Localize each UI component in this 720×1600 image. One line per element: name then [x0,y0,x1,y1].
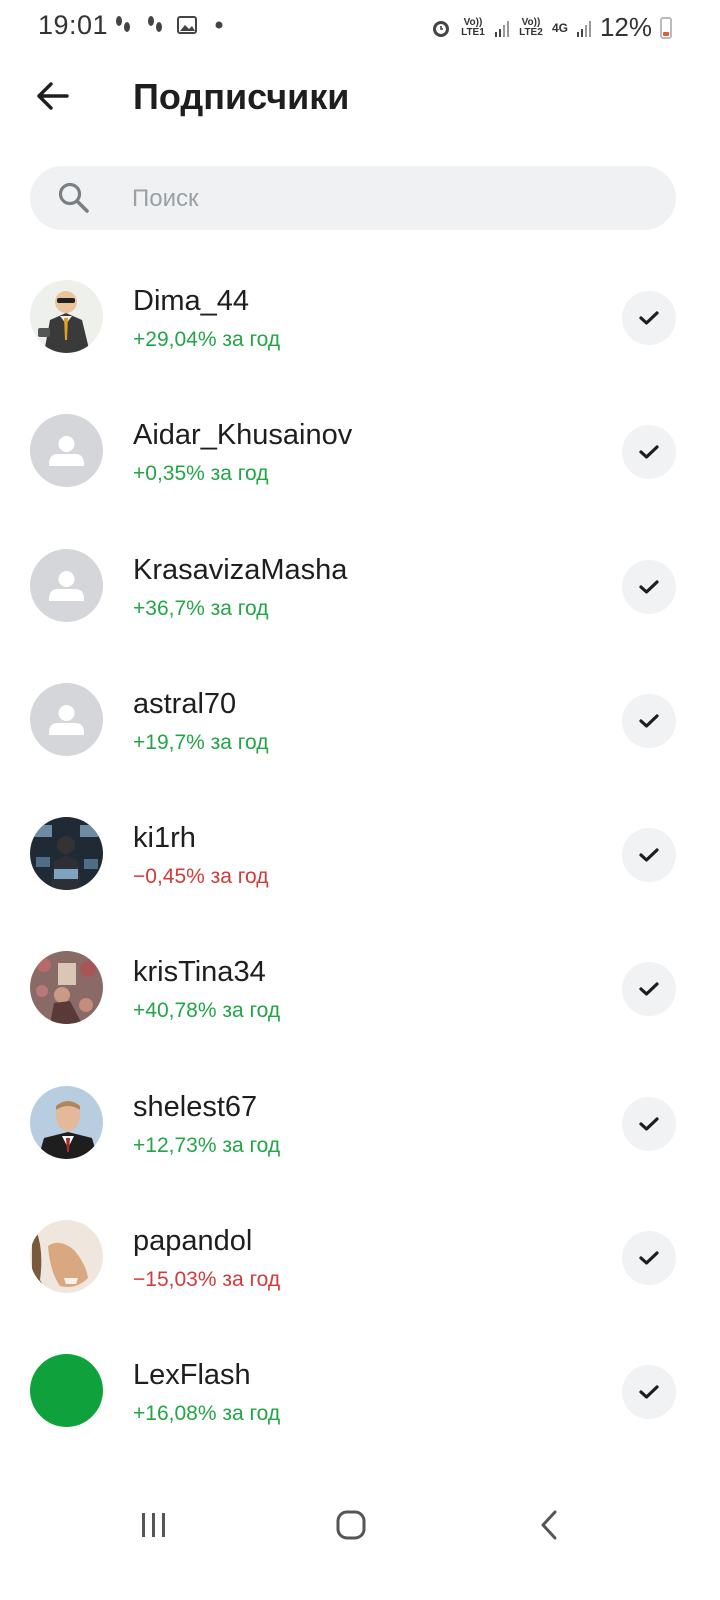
battery-percent: 12% [599,12,652,42]
checkmark-icon [639,1385,659,1399]
follow-toggle-button[interactable] [622,1231,676,1286]
search-bar[interactable] [30,166,676,232]
list-item[interactable]: KrasavizaMasha +36,7% за год [0,519,720,653]
system-back-button[interactable] [524,1505,574,1545]
avatar [30,682,103,756]
sim2-label: Vo)) LTE2 [519,16,543,38]
back-button[interactable] [30,74,74,118]
list-item[interactable]: ki1rh −0,45% за год [0,787,720,921]
user-name: krisTina34 [133,956,266,989]
checkmark-icon [639,714,659,728]
search-input[interactable] [130,166,634,232]
avatar [30,1220,103,1294]
user-name: Dima_44 [133,285,250,317]
user-name: astral70 [133,687,237,720]
avatar [30,280,103,353]
user-return: +16,08% за год [133,1402,281,1426]
user-return: −0,45% за год [133,865,269,889]
list-item[interactable]: Aidar_Khusainov +0,35% за год [0,384,720,518]
user-name: papandol [133,1225,253,1258]
avatar [30,817,103,891]
follow-toggle-button[interactable] [622,1096,676,1151]
user-return: +0,35% за год [133,462,269,486]
home-icon [336,1510,366,1540]
photo-avatar-icon [30,1085,103,1159]
status-bar: 19:01 Vo)) LTE1 Vo)) LTE2 4G 12% [0,0,720,52]
user-name: Aidar_Khusainov [133,419,353,452]
checkmark-icon [639,445,659,459]
sim1-label: Vo)) LTE1 [461,16,485,38]
image-icon [177,16,197,34]
alarm-icon [432,20,449,37]
header: Подписчики [0,60,720,136]
photo-avatar-icon [30,1220,103,1294]
default-avatar-icon [30,548,103,622]
notification-icons [112,14,230,36]
checkmark-icon [639,982,659,997]
status-time: 19:01 [38,10,109,40]
follow-toggle-button[interactable] [622,425,676,480]
battery-icon [660,16,672,39]
user-name: LexFlash [133,1359,251,1392]
user-name: ki1rh [133,822,196,855]
follow-toggle-button[interactable] [622,1365,676,1420]
user-name: shelest67 [133,1090,258,1123]
avatar [30,414,103,488]
default-avatar-icon [30,682,103,756]
user-return: +40,78% за год [133,999,281,1023]
recent-apps-icon [142,1513,165,1537]
follow-toggle-button[interactable] [622,559,676,614]
photo-avatar-icon [30,817,103,891]
default-avatar-icon [30,414,103,488]
follow-toggle-button[interactable] [622,693,676,748]
follow-toggle-button[interactable] [622,962,676,1017]
list-item[interactable]: LexFlash +16,08% за год [0,1324,720,1458]
avatar [30,951,103,1025]
signal-icon [576,20,591,37]
footsteps-icon [116,16,130,32]
network-type: 4G [551,20,568,35]
subscribers-list: Dima_44 +29,04% за год Aidar_Khusainov +… [0,250,720,1459]
avatar [30,1085,103,1159]
follow-toggle-button[interactable] [622,828,676,883]
list-item[interactable]: astral70 +19,7% за год [0,653,720,787]
home-button[interactable] [326,1505,376,1545]
system-nav-bar [0,1490,720,1560]
chevron-left-icon [541,1510,557,1540]
dot-icon [215,21,223,29]
photo-avatar-icon [30,951,103,1025]
list-item[interactable]: papandol −15,03% за год [0,1190,720,1324]
arrow-left-icon [37,82,69,110]
list-item[interactable]: shelest67 +12,73% за год [0,1056,720,1190]
checkmark-icon [639,579,659,594]
list-item[interactable]: krisTina34 +40,78% за год [0,921,720,1055]
avatar [30,548,103,622]
user-return: +19,7% за год [133,730,269,754]
list-item[interactable]: Dima_44 +29,04% за год [0,250,720,384]
checkmark-icon [639,848,659,862]
signal-icon [494,20,509,37]
user-return: −15,03% за год [133,1268,281,1292]
footsteps-icon [148,16,162,32]
page-title: Подписчики [133,76,350,117]
follow-toggle-button[interactable] [622,291,676,345]
user-return: +36,7% за год [133,596,269,620]
user-return: +12,73% за год [133,1133,281,1157]
search-icon [58,182,89,213]
checkmark-icon [639,311,659,325]
user-return: +29,04% за год [133,328,281,351]
recent-apps-button[interactable] [129,1505,179,1545]
cartoon-avatar-icon [30,280,103,353]
checkmark-icon [639,1251,659,1265]
avatar [30,1354,103,1428]
status-right: Vo)) LTE1 Vo)) LTE2 4G 12% [430,12,672,43]
checkmark-icon [639,1117,659,1131]
user-name: KrasavizaMasha [133,553,348,586]
